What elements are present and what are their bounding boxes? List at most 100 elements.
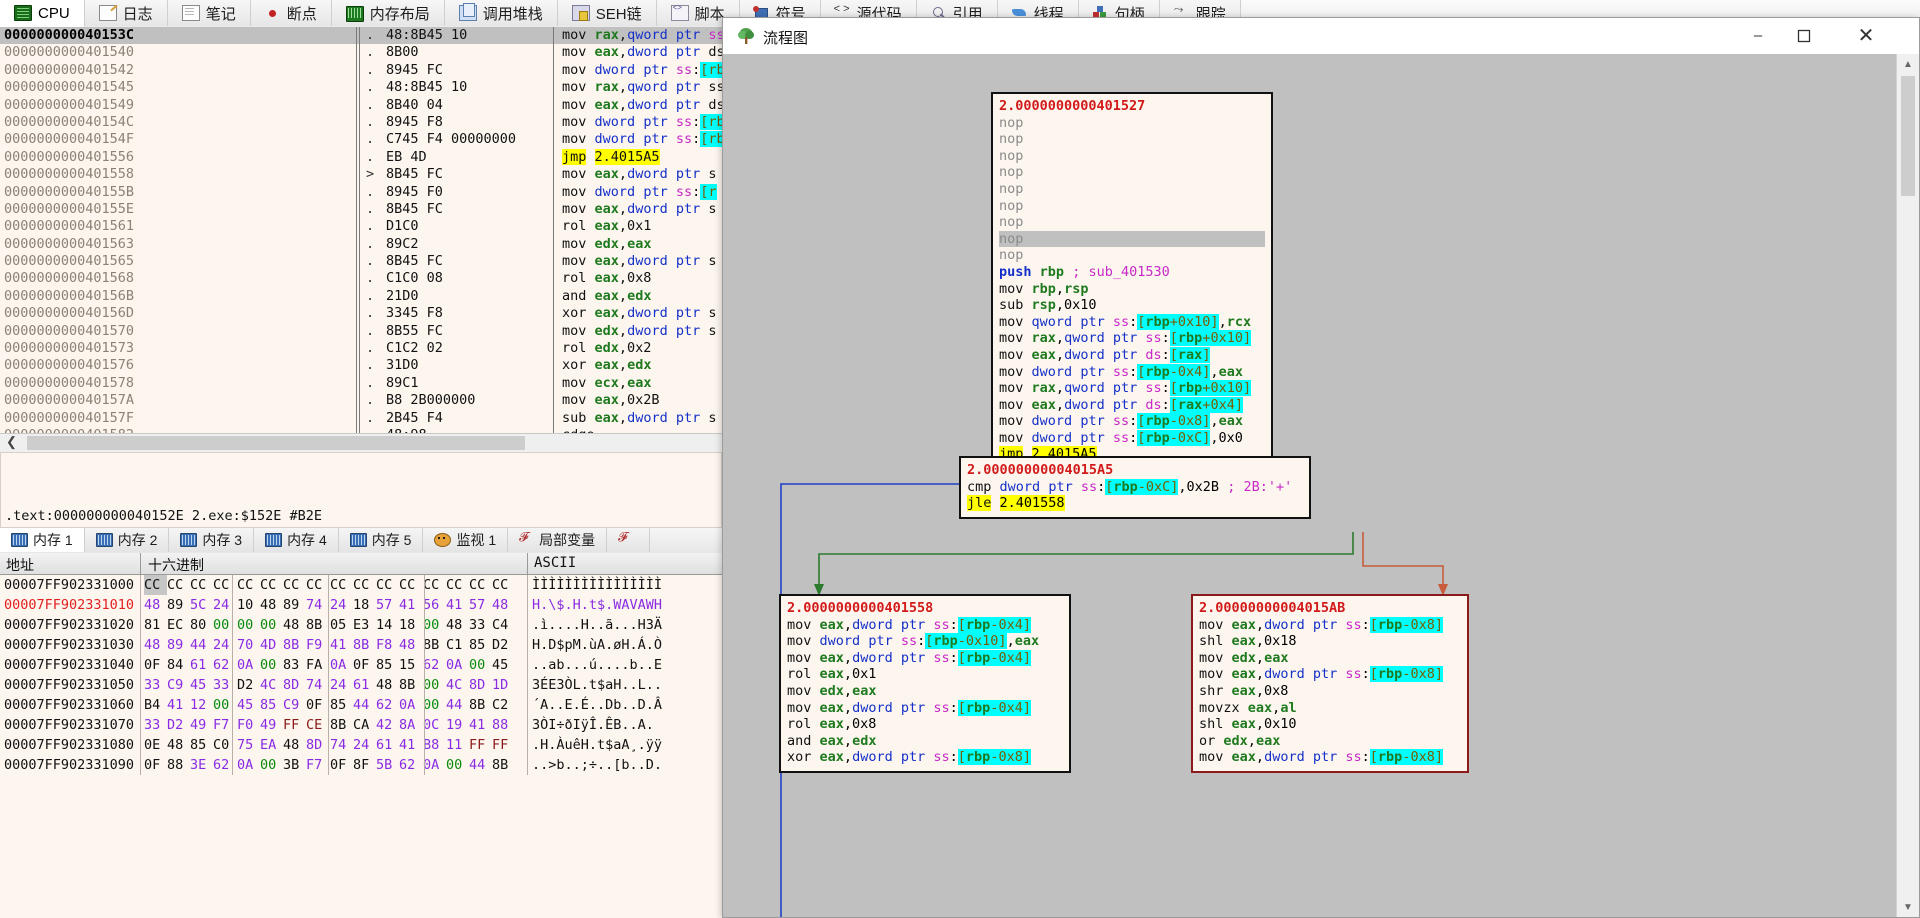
dump-row[interactable]: 00007FF902331080 0E 48 85 C0 75 EA 48 8D 74 24 61 41… (0, 735, 722, 755)
node-instruction[interactable]: mov edx,eax (787, 683, 1063, 700)
disassembly-row[interactable]: 000000000040155E. 8B45 FC mov eax,dword pt… (0, 200, 722, 219)
hex-byte[interactable]: 19 (446, 715, 469, 735)
hex-byte[interactable]: 41 (399, 735, 422, 755)
dump-hex-bytes[interactable]: 0E 48 85 C0 75 EA 48 8D 74 24 61 41 B8 11 FF FF (144, 735, 515, 755)
hex-byte[interactable]: 74 (306, 595, 329, 615)
hex-byte[interactable]: CC (144, 575, 167, 595)
hex-byte[interactable]: 85 (260, 695, 283, 715)
dump-hex-bytes[interactable]: 33 C9 45 33 D2 4C 8D 74 24 61 48 8B 00 4C 8D 1D (144, 675, 515, 695)
dump-rows[interactable]: 00007FF902331000 CC CC CC CC CC CC CC CC CC CC CC CC… (0, 575, 722, 775)
hex-byte[interactable]: 00 (423, 675, 446, 695)
hex-byte[interactable]: 24 (330, 675, 353, 695)
node-instruction[interactable]: shl eax,0x10 (1199, 716, 1461, 733)
hex-byte[interactable]: 00 (260, 615, 283, 635)
tab-内存布局[interactable]: 内存布局 (331, 0, 445, 26)
hex-byte[interactable]: 61 (190, 655, 213, 675)
hex-byte[interactable]: D2 (237, 675, 260, 695)
disassembly-row[interactable]: 0000000000401558 >8B45 FC mov eax,dword pt… (0, 166, 722, 184)
hex-byte[interactable]: 0F (353, 655, 376, 675)
hex-byte[interactable]: C1 (446, 635, 469, 655)
hex-byte[interactable]: 89 (283, 595, 306, 615)
hex-byte[interactable]: CC (423, 575, 446, 595)
hex-byte[interactable]: 44 (469, 755, 492, 775)
node-instruction[interactable]: shr eax,0x8 (1199, 683, 1461, 700)
dump-tab-内存 2[interactable]: 内存 2 (84, 528, 170, 552)
disassembly-row[interactable]: 0000000000401568. C1C0 08 rol eax,0x8 (0, 270, 722, 288)
dump-hex-bytes[interactable]: 48 89 44 24 70 4D 8B F9 41 8B F8 48 8B C1 85 D2 (144, 635, 515, 655)
vscrollbar-thumb[interactable] (1901, 76, 1915, 196)
dump-row[interactable]: 00007FF902331050 33 C9 45 33 D2 4C 8D 74 24 61 48 8B… (0, 675, 722, 695)
node-instruction[interactable]: mov eax,dword ptr ds:[rax+0x4] (999, 396, 1265, 414)
hex-byte[interactable]: 8B (423, 635, 446, 655)
hex-byte[interactable]: 44 (446, 695, 469, 715)
dump-hex-bytes[interactable]: CC CC CC CC CC CC CC CC CC CC CC CC CC CC CC CC (144, 575, 515, 595)
hex-byte[interactable]: 48 (144, 595, 167, 615)
disassembly-row[interactable]: 0000000000401565. 8B45 FC mov eax,dword pt… (0, 253, 722, 271)
hex-byte[interactable]: 33 (469, 615, 492, 635)
minimize-button[interactable]: – (1735, 18, 1781, 53)
disassembly-row[interactable]: 000000000040154F. C745 F4 00000000 mov dwo… (0, 131, 722, 149)
disassembly-row[interactable]: 0000000000401556. EB 4D jmp 2.4015A5 (0, 148, 722, 167)
hex-byte[interactable]: 0C (423, 715, 446, 735)
hex-byte[interactable]: 0A (237, 755, 260, 775)
node-instruction[interactable]: mov dword ptr ss:[rbp-0x8],eax (999, 413, 1265, 430)
hex-byte[interactable]: 8B (353, 635, 376, 655)
hex-byte[interactable]: 48 (283, 735, 306, 755)
dump-hex-bytes[interactable]: 81 EC 80 00 00 00 48 8B 05 E3 14 18 00 48 33 C4 (144, 615, 515, 635)
hex-byte[interactable]: 74 (330, 735, 353, 755)
hex-byte[interactable]: 62 (423, 655, 446, 675)
flowchart-vscrollbar[interactable]: ▲ ▼ (1896, 54, 1919, 917)
hex-byte[interactable]: 75 (237, 735, 260, 755)
hex-byte[interactable]: 24 (353, 735, 376, 755)
node-instruction[interactable]: and eax,edx (787, 733, 1063, 750)
hex-byte[interactable]: 00 (423, 615, 446, 635)
node-instruction[interactable]: mov rax,qword ptr ss:[rbp+0x10] (999, 330, 1265, 347)
hex-byte[interactable]: 5B (376, 755, 399, 775)
disassembly-row[interactable]: 0000000000401542. 8945 FC mov dword ptr ss… (0, 61, 722, 80)
node-instruction[interactable]: mov rax,qword ptr ss:[rbp+0x10] (999, 380, 1265, 397)
node-instruction[interactable]: mov eax,dword ptr ss:[rbp-0x8] (1199, 749, 1461, 766)
hex-byte[interactable]: 48 (399, 635, 422, 655)
hex-byte[interactable]: 83 (283, 655, 306, 675)
hex-byte[interactable]: CC (399, 575, 422, 595)
node-instruction[interactable]: mov edx,eax (1199, 650, 1461, 667)
hex-byte[interactable]: 41 (446, 595, 469, 615)
dump-tab-内存 4[interactable]: 内存 4 (254, 528, 339, 552)
tab-断点[interactable]: 断点 (250, 0, 332, 26)
disassembly-row[interactable]: 000000000040157F. 2B45 F4 sub eax,dword pt… (0, 409, 722, 427)
hex-byte[interactable]: 0F (306, 695, 329, 715)
dump-hex-bytes[interactable]: 48 89 5C 24 10 48 89 74 24 18 57 41 56 41 57 48 (144, 595, 515, 615)
flowchart-node[interactable]: 2.0000000000401558 mov eax,dword ptr ss:[… (779, 594, 1071, 773)
hex-byte[interactable]: 18 (399, 615, 422, 635)
hex-byte[interactable]: 89 (167, 635, 190, 655)
hex-byte[interactable]: 00 (260, 655, 283, 675)
node-instruction[interactable]: mov eax,dword ptr ds:[rax] (999, 346, 1265, 364)
hex-byte[interactable]: C9 (167, 675, 190, 695)
node-instruction[interactable]: mov eax,dword ptr ss:[rbp-0x4] (787, 649, 1063, 667)
hex-byte[interactable]: 45 (190, 675, 213, 695)
dump-row[interactable]: 00007FF902331000 CC CC CC CC CC CC CC CC CC CC CC CC… (0, 575, 722, 595)
hex-byte[interactable]: 8D (306, 735, 329, 755)
disassembly-rows[interactable]: 000000000040153C. 48:8B45 10 mov rax,qword… (0, 27, 722, 438)
disassembly-row[interactable]: 000000000040155B. 8945 F0 mov dword ptr ss… (0, 183, 722, 201)
hex-byte[interactable]: F7 (306, 755, 329, 775)
disassembly-row[interactable]: 0000000000401570. 8B55 FC mov edx,dword pt… (0, 322, 722, 341)
hex-byte[interactable]: 0F (330, 755, 353, 775)
hex-byte[interactable]: 4D (260, 635, 283, 655)
hex-byte[interactable]: F8 (376, 635, 399, 655)
node-instruction[interactable]: mov rbp,rsp (999, 281, 1265, 298)
disassembly-hscrollbar[interactable]: ❮ (0, 433, 722, 452)
hex-byte[interactable]: 8B (492, 755, 515, 775)
disassembly-row[interactable]: 0000000000401549. 8B40 04 mov eax,dword pt… (0, 96, 722, 114)
hex-byte[interactable]: 44 (190, 635, 213, 655)
hex-byte[interactable]: 0E (144, 735, 167, 755)
hex-byte[interactable]: 48 (260, 595, 283, 615)
hex-byte[interactable]: F0 (237, 715, 260, 735)
node-instruction[interactable]: sub rsp,0x10 (999, 297, 1265, 314)
hex-byte[interactable]: 0A (399, 695, 422, 715)
hex-byte[interactable]: 18 (353, 595, 376, 615)
flowchart-node[interactable]: 2.0000000000401527 nop nop nop nop nop nop nop n… (991, 92, 1273, 471)
hex-byte[interactable]: 10 (237, 595, 260, 615)
hex-byte[interactable]: 3E (190, 755, 213, 775)
hex-byte[interactable]: 48 (283, 615, 306, 635)
